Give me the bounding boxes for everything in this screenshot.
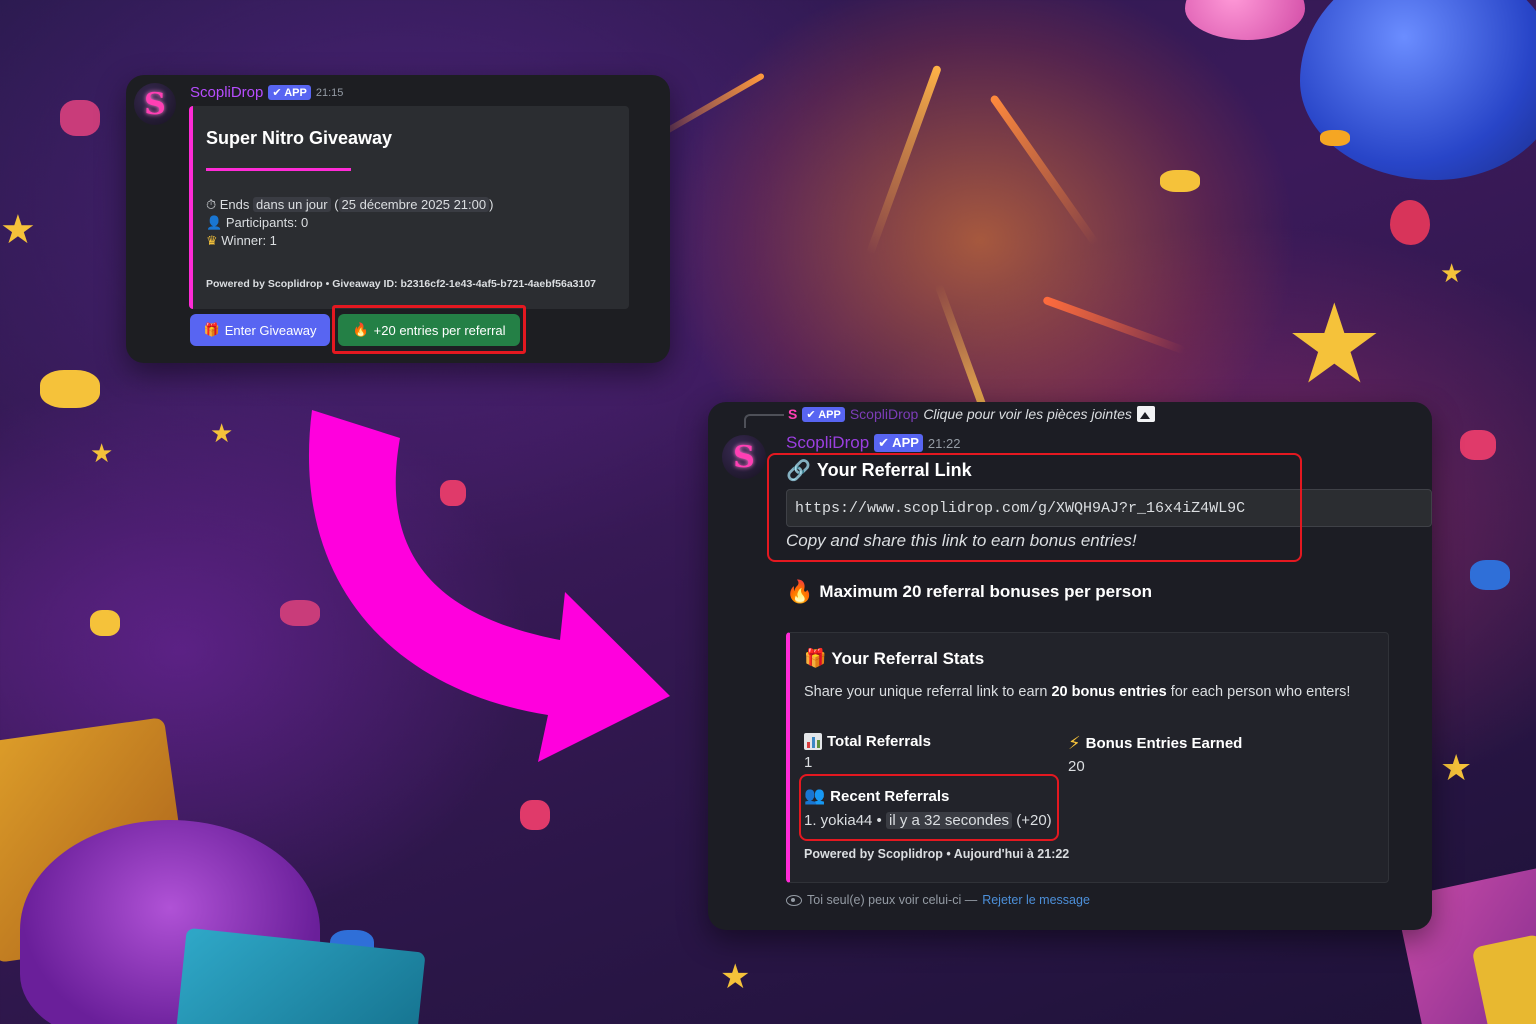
embed-title: Super Nitro Giveaway bbox=[206, 128, 393, 148]
stats-description-text: Share your unique referral link to earn bbox=[804, 684, 1052, 700]
balloon-pink bbox=[1185, 0, 1305, 40]
arrow-graphic bbox=[308, 410, 670, 762]
firework-ray bbox=[866, 64, 942, 256]
ends-relative-time[interactable]: dans un jour bbox=[253, 197, 331, 212]
max-referral-text: Maximum 20 referral bonuses per person bbox=[819, 582, 1152, 601]
timer-icon: ⏱ bbox=[206, 197, 217, 212]
ends-label: Ends bbox=[219, 197, 250, 212]
reply-username[interactable]: ScopliDrop bbox=[850, 406, 918, 422]
referral-message-card: S ✔ APP ScopliDrop Clique pour voir les … bbox=[708, 402, 1432, 930]
reply-connector bbox=[744, 414, 784, 428]
ephemeral-text: Toi seul(e) peux voir celui-ci — bbox=[807, 893, 978, 907]
lightning-icon: ⚡ bbox=[1068, 733, 1081, 753]
reply-preview[interactable]: S ✔ APP ScopliDrop Clique pour voir les … bbox=[788, 406, 1155, 422]
giveaway-embed: Super Nitro Giveaway ⏱ Ends dans un jour… bbox=[189, 106, 629, 309]
total-referrals-value: 1 bbox=[804, 754, 813, 771]
star-decoration: ★ bbox=[1440, 258, 1464, 288]
app-badge: ✔ APP bbox=[268, 85, 311, 100]
confetti bbox=[520, 800, 550, 830]
stats-title: Your Referral Stats bbox=[831, 648, 985, 668]
bonus-entries-label: Bonus Entries Earned bbox=[1085, 735, 1243, 752]
bar-chart-icon bbox=[804, 733, 822, 750]
message-timestamp: 21:15 bbox=[315, 86, 344, 99]
star-decoration: ★ bbox=[0, 208, 36, 252]
fire-icon: 🔥 bbox=[786, 579, 814, 604]
star-decoration: ★ bbox=[720, 958, 751, 996]
recent-referrals-highlight bbox=[799, 774, 1059, 841]
giveaway-message-card: S ScopliDrop ✔ APP 21:15 Super Nitro Giv… bbox=[126, 75, 670, 363]
bot-username[interactable]: ScopliDrop bbox=[786, 433, 869, 453]
confetti bbox=[60, 100, 100, 136]
reply-app-badge: ✔ APP bbox=[802, 406, 845, 422]
confetti bbox=[40, 370, 100, 408]
max-referral-notice: 🔥 Maximum 20 referral bonuses per person bbox=[786, 579, 1152, 605]
stats-footer: Powered by Scoplidrop • Aujourd'hui à 21… bbox=[804, 847, 1070, 861]
bot-username[interactable]: ScopliDrop bbox=[190, 84, 263, 101]
message-header: ScopliDrop ✔ APP 21:22 bbox=[786, 433, 960, 453]
user-icon: 👤 bbox=[206, 215, 223, 230]
stats-description-end: for each person who enters! bbox=[1166, 684, 1351, 700]
eye-icon bbox=[786, 894, 802, 906]
confetti bbox=[1320, 130, 1350, 146]
reply-avatar-icon: S bbox=[788, 406, 798, 422]
gift-box bbox=[174, 927, 426, 1024]
enter-giveaway-button[interactable]: 🎁 Enter Giveaway bbox=[190, 314, 330, 346]
winner-line: ♛ Winner: 1 bbox=[206, 233, 277, 249]
reply-text[interactable]: Clique pour voir les pièces jointes bbox=[923, 406, 1132, 422]
message-timestamp: 21:22 bbox=[927, 435, 961, 451]
total-referrals-label: Total Referrals bbox=[827, 733, 931, 750]
star-decoration: ★ bbox=[90, 438, 114, 468]
ephemeral-notice: Toi seul(e) peux voir celui-ci — Rejeter… bbox=[786, 893, 1090, 907]
app-badge: ✔ APP bbox=[874, 434, 923, 452]
star-decoration: ★ bbox=[210, 418, 234, 448]
total-referrals-field: Total Referrals 1 bbox=[804, 733, 931, 771]
stats-title-row: 🎁 Your Referral Stats bbox=[804, 648, 984, 669]
firework-ray bbox=[989, 93, 1099, 247]
star-decoration: ★ bbox=[1285, 283, 1384, 406]
stats-description: Share your unique referral link to earn … bbox=[804, 682, 1364, 703]
gift-icon: 🎁 bbox=[203, 322, 220, 337]
participants-text: Participants: 0 bbox=[225, 215, 309, 230]
message-header: ScopliDrop ✔ APP 21:15 bbox=[190, 84, 343, 101]
dismiss-message-link[interactable]: Rejeter le message bbox=[982, 893, 1090, 907]
title-underline bbox=[206, 168, 351, 171]
enter-giveaway-label: Enter Giveaway bbox=[224, 322, 317, 338]
bonus-entries-value: 20 bbox=[1068, 758, 1085, 775]
winner-text: Winner: 1 bbox=[221, 233, 277, 248]
confetti bbox=[1470, 560, 1510, 590]
star-decoration: ★ bbox=[1440, 747, 1473, 788]
image-icon bbox=[1136, 406, 1155, 422]
firework-ray bbox=[1042, 295, 1186, 355]
confetti bbox=[1460, 430, 1496, 460]
referral-link-highlight bbox=[767, 453, 1302, 562]
bot-avatar[interactable]: S bbox=[134, 83, 176, 125]
ends-absolute-time: 25 décembre 2025 21:00 bbox=[338, 197, 490, 212]
gift-icon: 🎁 bbox=[804, 648, 827, 668]
bonus-entries-field: ⚡ Bonus Entries Earned 20 bbox=[1068, 733, 1242, 775]
bot-avatar[interactable]: S bbox=[722, 435, 766, 479]
stats-description-bold: 20 bonus entries bbox=[1051, 684, 1167, 700]
confetti bbox=[1160, 170, 1200, 192]
participants-line: 👤 Participants: 0 bbox=[206, 215, 308, 231]
balloon-blue bbox=[1300, 0, 1536, 180]
confetti bbox=[90, 610, 120, 636]
embed-footer: Powered by Scoplidrop • Giveaway ID: b23… bbox=[206, 278, 597, 290]
referral-button-highlight bbox=[332, 305, 526, 354]
referral-stats-embed: 🎁 Your Referral Stats Share your unique … bbox=[786, 632, 1389, 883]
crown-icon: ♛ bbox=[206, 233, 218, 248]
ends-line: ⏱ Ends dans un jour (25 décembre 2025 21… bbox=[206, 197, 494, 212]
balloon-red bbox=[1390, 200, 1430, 245]
